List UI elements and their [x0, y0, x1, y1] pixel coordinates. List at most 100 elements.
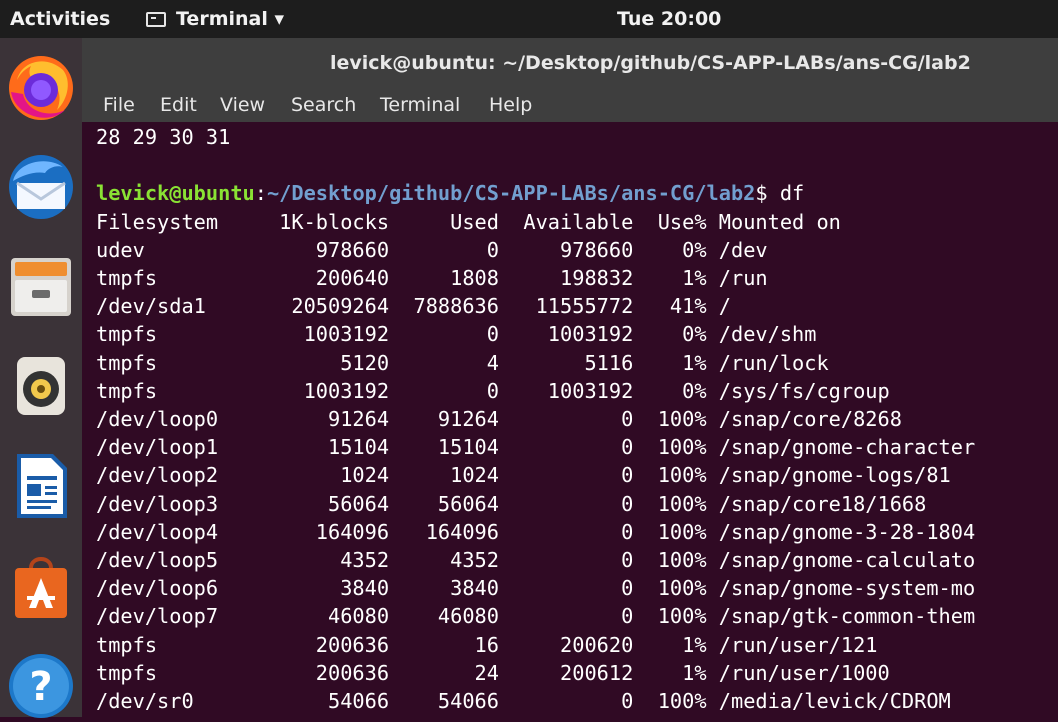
- df-cell: 0: [498, 519, 634, 544]
- df-cell: 0: [498, 689, 634, 714]
- df-output: Filesystem 1K-blocks Used Available Use%…: [96, 210, 975, 713]
- df-cell: /dev/loop7: [96, 604, 280, 629]
- menu-search[interactable]: Search: [291, 88, 356, 122]
- df-cell: 20509264: [279, 294, 390, 319]
- df-cell: /dev/loop0: [96, 407, 280, 432]
- df-cell: 0%: [633, 237, 707, 262]
- menu-edit[interactable]: Edit: [160, 88, 197, 122]
- prompt-user: levick@ubuntu: [96, 181, 255, 206]
- df-cell: 0: [498, 576, 634, 601]
- df-row: /dev/sda1 20509264 7888636 11555772 41% …: [96, 294, 731, 318]
- df-header-cell: Filesystem: [96, 209, 280, 234]
- df-row: tmpfs 5120 4 5116 1% /run/lock: [96, 351, 829, 375]
- df-cell: 3840: [389, 576, 499, 601]
- clock[interactable]: Tue 20:00: [617, 0, 721, 38]
- firefox-icon[interactable]: [5, 52, 77, 124]
- df-header-cell: Used: [389, 209, 499, 234]
- menu-view[interactable]: View: [220, 88, 265, 122]
- df-cell: udev: [96, 237, 280, 262]
- df-cell: 15104: [389, 435, 499, 460]
- df-cell: /dev/sda1: [96, 294, 280, 319]
- df-cell: tmpfs: [96, 266, 280, 291]
- df-cell: 0: [389, 322, 499, 347]
- df-cell: 46080: [389, 604, 499, 629]
- df-cell: 0: [389, 237, 499, 262]
- df-cell: 978660: [279, 237, 390, 262]
- files-icon[interactable]: [5, 250, 77, 322]
- df-cell: /media/levick/CDROM: [706, 689, 951, 714]
- df-cell: /snap/core18/1668: [706, 491, 927, 516]
- df-cell: 100%: [633, 407, 707, 432]
- df-cell: 200620: [498, 632, 634, 657]
- df-cell: 0: [498, 463, 634, 488]
- ubuntu-software-icon[interactable]: [5, 550, 77, 622]
- df-cell: 1003192: [498, 322, 634, 347]
- df-cell: 1%: [633, 632, 707, 657]
- df-header: Filesystem 1K-blocks Used Available Use%…: [96, 210, 841, 234]
- df-header-cell: 1K-blocks: [279, 209, 390, 234]
- df-cell: tmpfs: [96, 632, 280, 657]
- df-header-cell: Use%: [633, 209, 707, 234]
- df-cell: tmpfs: [96, 660, 280, 685]
- df-cell: /run/lock: [706, 350, 829, 375]
- df-cell: /: [706, 294, 731, 319]
- df-cell: 1003192: [498, 378, 634, 403]
- command: df: [779, 181, 805, 206]
- df-cell: 100%: [633, 463, 707, 488]
- window-titlebar[interactable]: levick@ubuntu: ~/Desktop/github/CS-APP-L…: [82, 38, 1058, 88]
- app-menu-button[interactable]: Terminal ▾: [146, 0, 284, 38]
- df-cell: 5120: [279, 350, 390, 375]
- df-cell: /snap/gnome-system-mo: [706, 576, 976, 601]
- menu-file[interactable]: File: [103, 88, 135, 122]
- df-header-cell: Available: [498, 209, 634, 234]
- df-cell: 1808: [389, 266, 499, 291]
- activities-button[interactable]: Activities: [10, 0, 110, 38]
- df-cell: 56064: [389, 491, 499, 516]
- df-cell: /dev/shm: [706, 322, 817, 347]
- df-cell: /snap/core/8268: [706, 407, 902, 432]
- df-row: /dev/loop0 91264 91264 0 100% /snap/core…: [96, 407, 902, 431]
- dock: ?: [0, 38, 82, 718]
- df-header-cell: Mounted on: [706, 209, 841, 234]
- df-cell: 100%: [633, 435, 707, 460]
- rhythmbox-icon[interactable]: [5, 349, 77, 421]
- df-cell: /snap/gnome-logs/81: [706, 463, 951, 488]
- df-cell: tmpfs: [96, 350, 280, 375]
- df-cell: /run: [706, 266, 768, 291]
- df-row: tmpfs 1003192 0 1003192 0% /dev/shm: [96, 322, 816, 346]
- df-row: /dev/loop2 1024 1024 0 100% /snap/gnome-…: [96, 463, 951, 487]
- df-cell: 0: [498, 491, 634, 516]
- df-cell: 978660: [498, 237, 634, 262]
- terminal-area[interactable]: 28 29 30 31 levick@ubuntu:~/Desktop/gith…: [82, 122, 1058, 717]
- thunderbird-icon[interactable]: [5, 151, 77, 223]
- df-cell: /dev/loop2: [96, 463, 280, 488]
- prompt-separator: :: [254, 181, 267, 206]
- df-cell: 1%: [633, 350, 707, 375]
- menu-terminal[interactable]: Terminal: [380, 88, 460, 122]
- df-cell: 16: [389, 632, 499, 657]
- top-panel: Activities Terminal ▾ Tue 20:00: [0, 0, 1058, 38]
- df-row: /dev/loop3 56064 56064 0 100% /snap/core…: [96, 492, 926, 516]
- menubar: File Edit View Search Terminal Help: [82, 88, 1058, 122]
- df-cell: 200640: [279, 266, 390, 291]
- df-cell: 54066: [389, 689, 499, 714]
- df-row: /dev/loop1 15104 15104 0 100% /snap/gnom…: [96, 435, 975, 459]
- terminal-output: 28 29 30 31 levick@ubuntu:~/Desktop/gith…: [96, 123, 975, 715]
- df-cell: 91264: [389, 407, 499, 432]
- df-cell: 91264: [279, 407, 390, 432]
- df-cell: 5116: [498, 350, 634, 375]
- df-cell: 200636: [279, 660, 390, 685]
- df-cell: 100%: [633, 519, 707, 544]
- df-cell: 11555772: [498, 294, 634, 319]
- help-icon[interactable]: ?: [5, 650, 77, 722]
- df-cell: 0%: [633, 322, 707, 347]
- libreoffice-writer-icon[interactable]: [5, 450, 77, 522]
- df-cell: 100%: [633, 689, 707, 714]
- df-cell: tmpfs: [96, 322, 280, 347]
- df-cell: tmpfs: [96, 378, 280, 403]
- df-row: /dev/loop5 4352 4352 0 100% /snap/gnome-…: [96, 548, 975, 572]
- df-cell: 0: [389, 378, 499, 403]
- menu-help[interactable]: Help: [489, 88, 532, 122]
- df-cell: /snap/gtk-common-them: [706, 604, 976, 629]
- df-cell: 1%: [633, 660, 707, 685]
